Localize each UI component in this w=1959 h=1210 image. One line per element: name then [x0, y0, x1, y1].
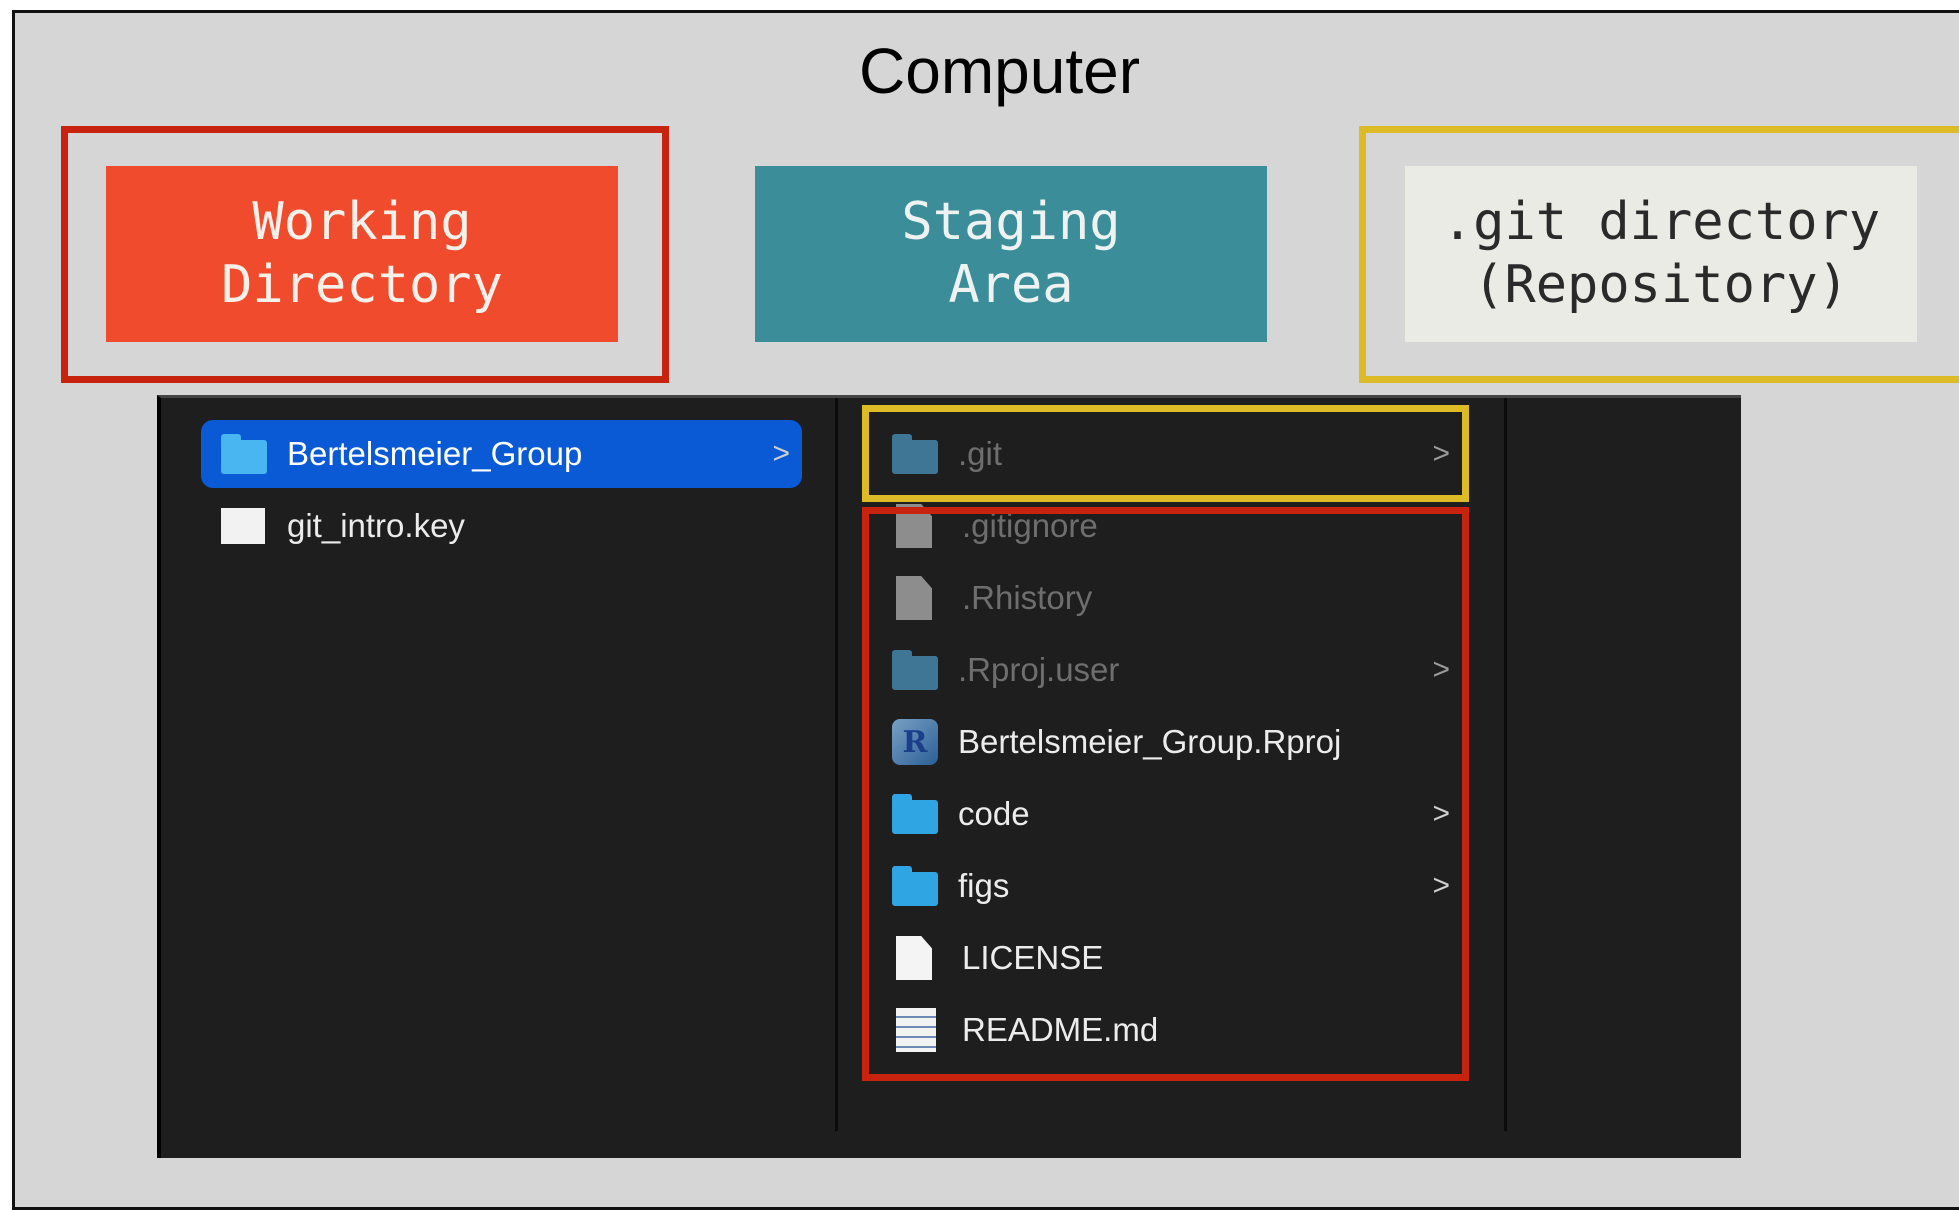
finder-item[interactable]: git_intro.key — [201, 492, 802, 560]
column-divider — [835, 398, 838, 1131]
finder-item-label: Bertelsmeier_Group — [287, 435, 583, 472]
working-files-highlight — [862, 507, 1469, 1081]
git-directory-highlight — [1359, 126, 1959, 383]
git-folder-highlight — [862, 405, 1469, 502]
folder-icon — [221, 434, 267, 474]
keynote-file-icon — [221, 508, 265, 544]
working-directory-highlight — [61, 126, 669, 383]
diagram-title: Computer — [859, 35, 1140, 107]
finder-item-label: git_intro.key — [287, 507, 465, 544]
staging-area-box: Staging Area — [755, 166, 1267, 342]
finder-item[interactable]: Bertelsmeier_Group > — [201, 420, 802, 488]
column-divider — [1504, 398, 1507, 1131]
chevron-right-icon: > — [772, 437, 790, 470]
